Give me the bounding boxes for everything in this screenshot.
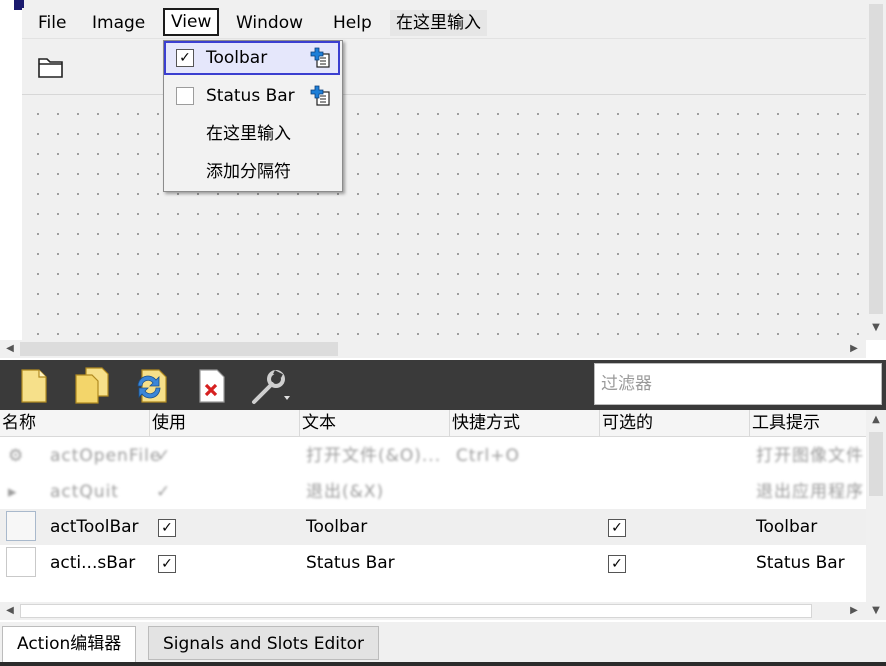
row-icon: ⚙ — [8, 446, 25, 466]
action-icon-slot — [6, 547, 36, 577]
menu-window[interactable]: Window — [230, 10, 309, 36]
checkable-checkbox[interactable]: ✓ — [608, 555, 626, 573]
action-table-header: 名称 使用 文本 快捷方式 可选的 工具提示 — [0, 410, 866, 437]
form-toolbar — [22, 40, 866, 95]
view-menu-item-status-bar[interactable]: Status Bar — [164, 79, 340, 113]
action-used: ✓ — [156, 446, 172, 466]
table-row[interactable]: actToolBar ✓ Toolbar ✓ Toolbar — [0, 509, 866, 545]
view-menu-type-here[interactable]: 在这里输入 — [164, 117, 340, 151]
column-header-checkable[interactable]: 可选的 — [600, 410, 750, 436]
delete-action-icon[interactable] — [192, 366, 232, 406]
form-vertical-scrollbar[interactable]: ▼ — [866, 0, 886, 340]
menu-view[interactable]: View — [163, 8, 220, 36]
view-menu-dropdown: ✓ Toolbar Status Bar 在这里输入 添加分隔符 — [163, 40, 343, 192]
tab-action-editor[interactable]: Action编辑器 — [2, 626, 137, 666]
configure-icon[interactable] — [250, 366, 290, 406]
action-tooltip: Status Bar — [756, 553, 845, 573]
column-header-text[interactable]: 文本 — [300, 410, 450, 436]
action-name: acti...sBar — [50, 553, 136, 573]
column-header-name[interactable]: 名称 — [0, 410, 150, 436]
horizontal-scroll-thumb[interactable] — [20, 604, 812, 618]
scroll-left-arrow-icon[interactable]: ◀ — [2, 603, 18, 619]
folder-icon[interactable] — [36, 54, 66, 80]
action-editor-toolbar — [0, 360, 886, 410]
action-icon-slot — [6, 511, 36, 541]
menu-type-here[interactable]: 在这里输入 — [390, 10, 487, 36]
action-tooltip: 退出应用程序 — [756, 482, 864, 502]
scroll-down-arrow-icon[interactable]: ▼ — [868, 603, 884, 619]
menu-image[interactable]: Image — [86, 10, 151, 36]
column-header-shortcut[interactable]: 快捷方式 — [450, 410, 600, 436]
menu-file[interactable]: File — [32, 10, 72, 36]
action-tooltip: 打开图像文件 — [756, 446, 864, 466]
toolbar-checkbox[interactable]: ✓ — [176, 49, 194, 67]
bottom-tab-bar: Action编辑器 Signals and Slots Editor — [0, 622, 886, 666]
action-text: 退出(&X) — [306, 482, 385, 502]
filter-input[interactable] — [594, 363, 882, 405]
action-used: ✓ — [156, 482, 172, 502]
view-menu-add-separator[interactable]: 添加分隔符 — [164, 155, 340, 189]
form-canvas — [22, 96, 866, 340]
used-checkbox[interactable]: ✓ — [158, 519, 176, 537]
menu-item-label: Status Bar — [206, 86, 295, 106]
menu-item-label: 添加分隔符 — [206, 162, 291, 182]
status-bar-checkbox[interactable] — [176, 87, 194, 105]
table-horizontal-scrollbar[interactable]: ◀ ▶ — [0, 602, 866, 620]
table-row[interactable]: ▸ actQuit ✓ 退出(&X) 退出应用程序 — [0, 474, 866, 510]
scrollbar-corner: ▼ — [866, 602, 886, 620]
menu-item-label: Toolbar — [206, 48, 268, 68]
action-tooltip: Toolbar — [756, 517, 818, 537]
action-text: Toolbar — [306, 517, 368, 537]
copy-action-icon[interactable] — [72, 366, 112, 406]
action-text: 打开文件(&O)... — [306, 446, 442, 466]
table-row[interactable]: ⚙ actOpenFile ✓ 打开文件(&O)... Ctrl+O 打开图像文… — [0, 438, 866, 474]
table-row[interactable]: acti...sBar ✓ Status Bar ✓ Status Bar — [0, 545, 866, 581]
action-shortcut: Ctrl+O — [456, 446, 520, 466]
add-to-toolbar-icon[interactable] — [310, 47, 332, 69]
action-text: Status Bar — [306, 553, 395, 573]
window-bottom-border — [0, 662, 886, 666]
tab-signals-slots-editor[interactable]: Signals and Slots Editor — [148, 626, 380, 660]
action-name: actOpenFile — [50, 446, 162, 466]
view-menu-item-toolbar[interactable]: ✓ Toolbar — [164, 41, 340, 75]
refresh-action-icon[interactable] — [132, 366, 172, 406]
table-vertical-scrollbar[interactable]: ▲ — [866, 410, 886, 602]
action-name: actToolBar — [50, 517, 139, 537]
form-horizontal-scrollbar[interactable]: ◀ ▶ — [0, 340, 866, 358]
add-to-toolbar-icon[interactable] — [310, 85, 332, 107]
vertical-scroll-thumb[interactable] — [869, 432, 883, 496]
scroll-left-arrow-icon[interactable]: ◀ — [2, 341, 18, 357]
menu-item-label: 在这里输入 — [206, 124, 291, 144]
scroll-right-arrow-icon[interactable]: ▶ — [846, 341, 862, 357]
form-menubar: File Image View Window Help 在这里输入 — [22, 8, 866, 39]
scroll-down-arrow-icon[interactable]: ▼ — [868, 320, 884, 336]
column-header-tooltip[interactable]: 工具提示 — [750, 410, 866, 436]
row-icon: ▸ — [8, 482, 18, 502]
new-action-icon[interactable] — [14, 366, 54, 406]
used-checkbox[interactable]: ✓ — [158, 555, 176, 573]
action-name: actQuit — [50, 482, 119, 502]
scroll-right-arrow-icon[interactable]: ▶ — [846, 603, 862, 619]
checkable-checkbox[interactable]: ✓ — [608, 519, 626, 537]
menu-help[interactable]: Help — [327, 10, 378, 36]
scroll-up-arrow-icon[interactable]: ▲ — [868, 412, 884, 428]
vertical-scroll-thumb[interactable] — [869, 4, 883, 314]
column-header-used[interactable]: 使用 — [150, 410, 300, 436]
horizontal-scroll-thumb[interactable] — [20, 342, 338, 356]
